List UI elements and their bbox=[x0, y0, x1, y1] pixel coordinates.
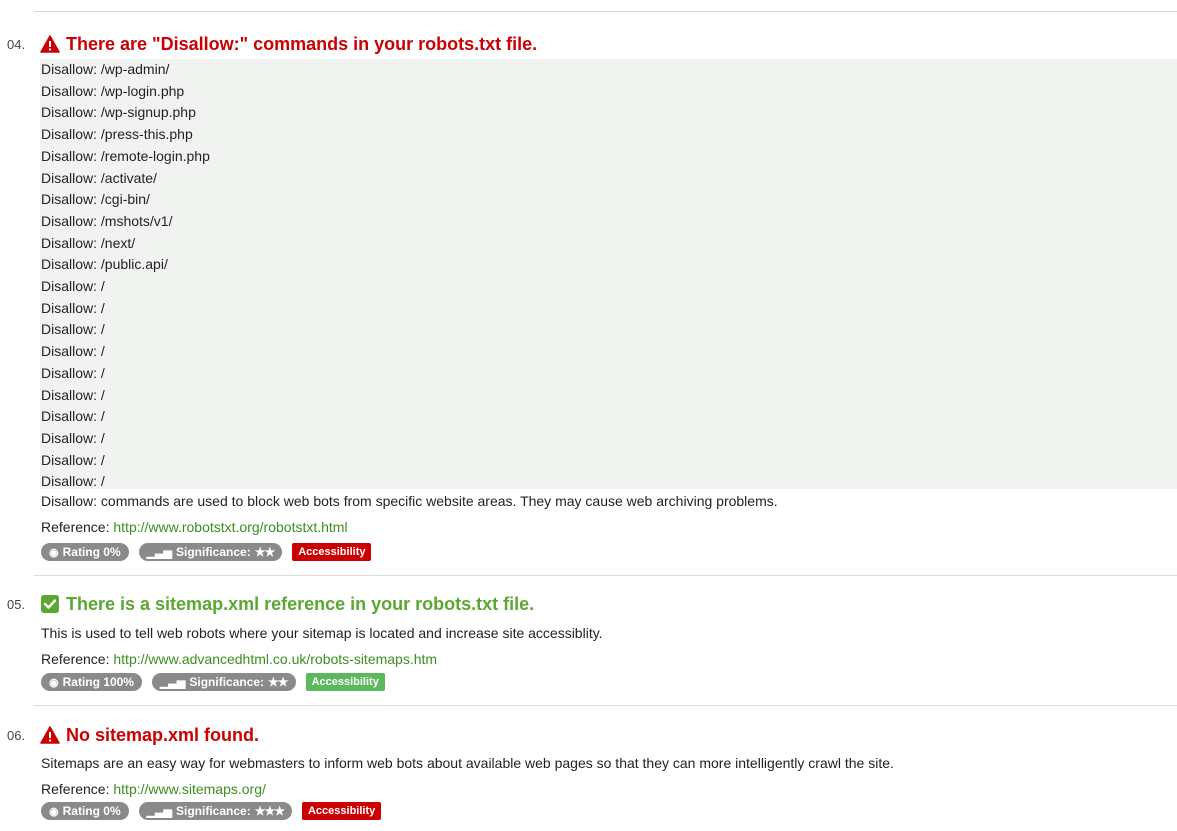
item-number: 06. bbox=[7, 728, 26, 743]
category-tag: Accessibility bbox=[301, 802, 382, 820]
check-item-sitemap-reference: 05. There is a sitemap.xml reference in … bbox=[0, 593, 1177, 617]
reference-link[interactable]: http://www.advancedhtml.co.uk/robots-sit… bbox=[113, 651, 437, 667]
robots-code-line: Disallow: /public.api/ bbox=[41, 256, 168, 273]
reference-line: Reference: http://www.sitemaps.org/ bbox=[41, 781, 266, 797]
check-header: 04. There are "Disallow:" commands in yo… bbox=[0, 33, 1177, 57]
rating-text: Rating 0% bbox=[62, 545, 121, 559]
robots-code-line: Disallow: / bbox=[41, 429, 105, 446]
divider bbox=[34, 11, 1177, 12]
robots-code-line: Disallow: /activate/ bbox=[41, 169, 157, 186]
significance-badge: ▁▃▅ Significance: ★★ bbox=[151, 673, 296, 691]
divider bbox=[34, 705, 1177, 706]
item-number: 05. bbox=[7, 597, 26, 612]
reference-label: Reference: bbox=[41, 781, 114, 797]
robots-code-line: Disallow: /remote-login.php bbox=[41, 147, 210, 164]
robots-code-line: Disallow: /wp-signup.php bbox=[41, 104, 196, 121]
divider bbox=[34, 575, 1177, 576]
category-tag: Accessibility bbox=[305, 673, 385, 691]
check-description: Sitemaps are an easy way for webmasters … bbox=[41, 755, 894, 771]
check-item-disallow: 04. There are "Disallow:" commands in yo… bbox=[0, 33, 1177, 57]
reference-label: Reference: bbox=[41, 519, 114, 535]
robots-code-line: Disallow: /press-this.php bbox=[41, 126, 193, 143]
reference-line: Reference: http://www.robotstxt.org/robo… bbox=[41, 519, 348, 535]
gauge-icon: ◉ bbox=[49, 805, 59, 818]
reference-label: Reference: bbox=[41, 651, 114, 667]
rating-badge: ◉ Rating 0% bbox=[41, 543, 129, 561]
check-header: 05. There is a sitemap.xml reference in … bbox=[0, 593, 1177, 617]
robots-code-line: Disallow: /next/ bbox=[41, 234, 136, 251]
seo-report-page: 04. There are "Disallow:" commands in yo… bbox=[0, 0, 1177, 831]
check-title: No sitemap.xml found. bbox=[40, 724, 259, 746]
check-title-text: There is a sitemap.xml reference in your… bbox=[66, 594, 535, 614]
warning-triangle-icon bbox=[40, 726, 60, 744]
robots-code-line: Disallow: /wp-admin/ bbox=[41, 61, 170, 77]
significance-stars: ★★★ bbox=[254, 804, 285, 818]
robots-code-line: Disallow: / bbox=[41, 473, 105, 490]
check-title: There is a sitemap.xml reference in your… bbox=[40, 593, 534, 615]
warning-triangle-icon bbox=[40, 35, 60, 53]
robots-code-line: Disallow: / bbox=[41, 299, 105, 316]
rating-text: Rating 100% bbox=[62, 675, 134, 689]
badge-row: ◉ Rating 100% ▁▃▅ Significance: ★★ Acces… bbox=[41, 673, 385, 691]
check-title-text: No sitemap.xml found. bbox=[66, 725, 260, 745]
robots-code-line: Disallow: / bbox=[41, 278, 105, 295]
significance-stars: ★★ bbox=[268, 675, 288, 689]
significance-badge: ▁▃▅ Significance: ★★ bbox=[138, 543, 283, 561]
rating-badge: ◉ Rating 0% bbox=[41, 802, 129, 820]
signal-bars-icon: ▁▃▅ bbox=[146, 805, 173, 818]
badge-row: ◉ Rating 0% ▁▃▅ Significance: ★★★ Access… bbox=[41, 802, 382, 820]
robots-code-line: Disallow: / bbox=[41, 364, 105, 381]
robots-code-line: Disallow: / bbox=[41, 451, 105, 468]
rating-badge: ◉ Rating 100% bbox=[41, 673, 142, 691]
signal-bars-icon: ▁▃▅ bbox=[159, 676, 186, 689]
robots-code-line: Disallow: / bbox=[41, 386, 105, 403]
check-title-text: There are "Disallow:" commands in your r… bbox=[66, 34, 538, 54]
item-number: 04. bbox=[7, 37, 26, 52]
badge-row: ◉ Rating 0% ▁▃▅ Significance: ★★ Accessi… bbox=[41, 543, 372, 561]
robots-code-line: Disallow: /wp-login.php bbox=[41, 82, 185, 99]
reference-link[interactable]: http://www.robotstxt.org/robotstxt.html bbox=[113, 519, 347, 535]
robots-code-line: Disallow: / bbox=[41, 343, 105, 360]
rating-text: Rating 0% bbox=[62, 804, 121, 818]
significance-badge: ▁▃▅ Significance: ★★★ bbox=[138, 802, 292, 820]
significance-label: Significance: bbox=[189, 675, 265, 689]
check-header: 06. No sitemap.xml found. bbox=[0, 724, 1177, 748]
check-item-sitemap-file: 06. No sitemap.xml found. bbox=[0, 724, 1177, 748]
check-description: This is used to tell web robots where yo… bbox=[41, 625, 603, 641]
robots-code-line: Disallow: / bbox=[41, 321, 105, 338]
gauge-icon: ◉ bbox=[49, 676, 59, 689]
category-tag: Accessibility bbox=[292, 543, 372, 561]
check-title: There are "Disallow:" commands in your r… bbox=[40, 33, 537, 55]
robots-disallow-code-block: Disallow: /wp-admin/Disallow: /wp-login.… bbox=[40, 59, 1177, 489]
signal-bars-icon: ▁▃▅ bbox=[146, 546, 173, 559]
significance-label: Significance: bbox=[176, 804, 251, 818]
gauge-icon: ◉ bbox=[49, 546, 59, 559]
check-square-icon bbox=[41, 595, 59, 613]
significance-stars: ★★ bbox=[254, 545, 275, 559]
robots-code-line: Disallow: /mshots/v1/ bbox=[41, 212, 173, 229]
robots-code-line: Disallow: /cgi-bin/ bbox=[41, 191, 150, 208]
significance-label: Significance: bbox=[176, 545, 251, 559]
reference-line: Reference: http://www.advancedhtml.co.uk… bbox=[41, 651, 437, 667]
robots-code-line: Disallow: / bbox=[41, 408, 105, 425]
check-description: Disallow: commands are used to block web… bbox=[41, 493, 778, 509]
reference-link[interactable]: http://www.sitemaps.org/ bbox=[113, 781, 266, 797]
